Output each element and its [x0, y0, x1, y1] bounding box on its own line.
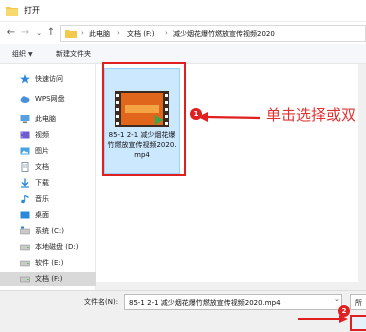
vertical-scrollbar[interactable]: [358, 64, 366, 290]
sidebar-item-label: 此电脑: [35, 115, 56, 123]
file-type-filter[interactable]: 所: [350, 294, 366, 310]
title-bar: 打开: [0, 0, 366, 22]
drive-icon: [20, 276, 30, 283]
cloud-icon: [20, 96, 30, 103]
sidebar-item-this-pc[interactable]: 此电脑: [0, 112, 96, 126]
address-bar[interactable]: › 此电脑 › 文档 (F:) › 减少烟花爆竹燃放宣传视频2020: [60, 25, 366, 42]
documents-folder-icon: [21, 162, 29, 172]
breadcrumb-separator: ›: [81, 29, 84, 37]
pictures-folder-icon: [20, 147, 30, 155]
highlight-box-file: [102, 62, 186, 176]
sidebar-item-label: 文档 (F:): [35, 275, 63, 283]
sidebar-item-label: 视频: [35, 131, 49, 139]
sidebar-item-drive-c[interactable]: 系统 (C:): [0, 224, 96, 238]
breadcrumb-drive-f[interactable]: 文档 (F:): [127, 29, 155, 39]
breadcrumb-current-folder[interactable]: 减少烟花爆竹燃放宣传视频2020: [173, 29, 275, 39]
breadcrumb-separator: ›: [165, 29, 168, 37]
download-folder-icon: [21, 178, 29, 188]
file-name-label: 文件名(N):: [84, 298, 119, 306]
forward-arrow-icon[interactable]: →: [18, 26, 32, 40]
window-title: 打开: [24, 6, 40, 15]
sidebar-item-label: 桌面: [35, 211, 49, 219]
system-drive-icon: [20, 226, 30, 235]
sidebar-item-drive-e[interactable]: 软件 (E:): [0, 256, 96, 270]
instruction-text: 单击选择或双: [266, 106, 357, 124]
sidebar-item-drive-d[interactable]: 本地磁盘 (D:): [0, 240, 96, 254]
sidebar-item-label: 图片: [35, 147, 49, 155]
file-name-dropdown-icon[interactable]: ⌄: [334, 295, 340, 303]
sidebar-item-documents[interactable]: 文档: [0, 160, 96, 174]
sidebar-item-drive-f[interactable]: 文档 (F:): [0, 272, 96, 286]
desktop-folder-icon: [20, 211, 30, 219]
sidebar-item-label: 音乐: [35, 195, 49, 203]
drive-icon: [20, 244, 30, 251]
annotation-arrow-icon: [298, 315, 348, 323]
drive-icon: [20, 260, 30, 267]
organize-label: 组织: [12, 50, 26, 58]
sidebar-item-music[interactable]: 音乐: [0, 192, 96, 206]
folder-icon: [65, 30, 77, 38]
sidebar-item-quick-access[interactable]: 快速访问: [0, 72, 96, 86]
organize-button[interactable]: 组织 ▼: [12, 49, 33, 59]
file-name-input[interactable]: 85-1 2-1 减少烟花爆竹燃放宣传视频2020.mp4: [124, 294, 342, 310]
sidebar-item-label: 下载: [35, 179, 49, 187]
dropdown-caret-icon: ▼: [28, 51, 33, 58]
annotation-arrow-icon: [198, 112, 261, 122]
star-icon: [20, 74, 30, 84]
new-folder-button[interactable]: 新建文件夹: [56, 49, 91, 59]
sidebar-item-label: WPS网盘: [35, 95, 65, 103]
sidebar-item-downloads[interactable]: 下载: [0, 176, 96, 190]
file-name-panel: 文件名(N): 85-1 2-1 减少烟花爆竹燃放宣传视频2020.mp4 ⌄ …: [0, 290, 366, 332]
sidebar-item-label: 软件 (E:): [35, 259, 64, 267]
up-arrow-icon[interactable]: ↑: [44, 26, 58, 40]
sidebar-item-label: 系统 (C:): [35, 227, 64, 235]
navigation-pane: 快速访问 WPS网盘 此电脑 视频 图片 文档 下载 音乐 桌面 系统 (C:)…: [0, 64, 96, 290]
sidebar-item-label: 文档: [35, 163, 49, 171]
sidebar-item-wps-drive[interactable]: WPS网盘: [0, 92, 96, 106]
sidebar-item-pictures[interactable]: 图片: [0, 144, 96, 158]
sidebar-item-desktop[interactable]: 桌面: [0, 208, 96, 222]
sidebar-item-label: 快速访问: [35, 75, 63, 83]
music-folder-icon: [21, 195, 29, 204]
video-folder-icon: [20, 131, 30, 139]
navigation-bar: ← → ⌄ ↑ › 此电脑 › 文档 (F:) › 减少烟花爆竹燃放宣传视频20…: [0, 22, 366, 44]
horizontal-scrollbar[interactable]: [96, 282, 358, 290]
sidebar-item-videos[interactable]: 视频: [0, 128, 96, 142]
folder-app-icon: [6, 7, 18, 16]
back-arrow-icon[interactable]: ←: [4, 26, 18, 40]
sidebar-item-label: 本地磁盘 (D:): [35, 243, 79, 251]
breadcrumb-this-pc[interactable]: 此电脑: [89, 29, 110, 39]
computer-icon: [20, 115, 30, 123]
breadcrumb-separator: ›: [117, 29, 120, 37]
command-bar: 组织 ▼ 新建文件夹: [0, 44, 366, 64]
open-button[interactable]: [350, 315, 366, 331]
